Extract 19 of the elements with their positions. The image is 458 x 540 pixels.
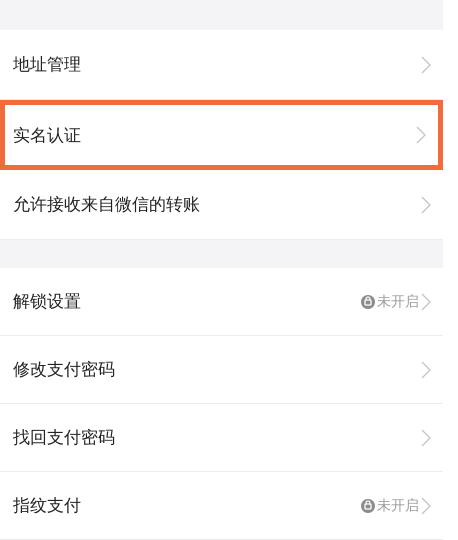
row-label: 找回支付密码	[13, 427, 115, 449]
row-label: 解锁设置	[13, 291, 81, 313]
row-label: 修改支付密码	[13, 359, 115, 381]
lock-icon	[361, 294, 375, 308]
row-label: 地址管理	[13, 54, 81, 76]
chevron-icon	[421, 360, 431, 378]
status-text: 未开启	[377, 292, 419, 310]
row-label: 实名认证	[13, 124, 81, 146]
chevron-icon	[421, 428, 431, 446]
chevron-icon	[421, 292, 431, 310]
chevron-icon	[421, 56, 431, 74]
lock-icon	[361, 498, 375, 512]
settings-row[interactable]: 实名认证	[0, 100, 443, 170]
row-label: 允许接收来自微信的转账	[13, 194, 200, 216]
row-label: 指纹支付	[13, 495, 81, 517]
status-text: 未开启	[377, 496, 419, 514]
chevron-icon	[416, 126, 426, 144]
chevron-icon	[421, 496, 431, 514]
chevron-icon	[421, 196, 431, 214]
